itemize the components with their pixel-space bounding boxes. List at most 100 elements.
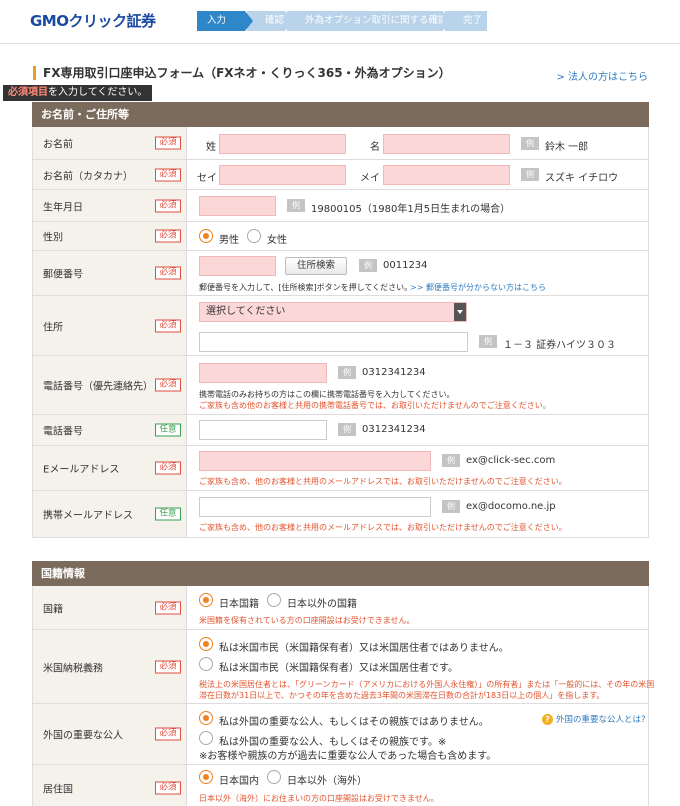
optional-badge: 任意 xyxy=(155,423,181,437)
gender-label: 性別 xyxy=(43,232,63,244)
nationality-japan-label: 日本国籍 xyxy=(219,599,259,610)
postal-label: 郵便番号 xyxy=(43,269,83,281)
pep-yes-label: 私は外国の重要な公人、もしくはその親族です。※ xyxy=(219,737,447,748)
mei-label: 名 xyxy=(370,142,380,153)
us-tax-label: 米国納税義務 xyxy=(43,663,103,674)
required-badge: 必須 xyxy=(155,727,181,741)
row-gender: 性別 必須 男性 女性 xyxy=(32,222,649,251)
prefecture-select[interactable]: 選択してください xyxy=(199,302,467,322)
email-label: Eメールアドレス xyxy=(43,464,120,476)
pep-note: ※お客様や親族の方が過去に重要な公人であった場合も含めます。 xyxy=(199,751,497,762)
primary-phone-example: 0312341234 xyxy=(362,367,426,378)
kana-label: お名前（カタカナ） xyxy=(43,171,133,182)
example-tag: 例 xyxy=(442,500,460,513)
mobile-email-warning: ご家族も含め、他のお客様と共用のメールアドレスでは、お取引いただけませんのでご注… xyxy=(199,523,567,532)
residence-japan-label: 日本国内 xyxy=(219,776,259,787)
required-badge: 必須 xyxy=(155,229,181,243)
postal-code-input[interactable] xyxy=(199,256,276,276)
example-tag: 例 xyxy=(521,168,539,181)
required-badge: 必須 xyxy=(155,266,181,280)
header: GMOクリック証券 入力 確認 外為オプション取引に関する確認 完了 xyxy=(0,0,680,44)
us-tax-warning-line1: 税法上の米国居住者とは、「グリーンカード（アメリカにおける外国人永住権）」の所有… xyxy=(199,680,655,689)
nationality-warning: 米国籍を保有されている方の口座開設はお受けできません。 xyxy=(199,616,415,625)
female-label: 女性 xyxy=(267,235,287,246)
nationality-other-label: 日本以外の国籍 xyxy=(287,599,357,610)
residence-overseas-radio[interactable] xyxy=(267,770,281,784)
required-badge: 必須 xyxy=(155,319,181,332)
nationality-other-radio[interactable] xyxy=(267,593,281,607)
phone-label: 電話番号 xyxy=(43,426,83,438)
us-tax-yes-radio[interactable] xyxy=(199,657,213,671)
birthdate-input[interactable] xyxy=(199,196,276,216)
example-tag: 例 xyxy=(287,199,305,212)
last-name-kana-input[interactable] xyxy=(219,165,346,185)
row-address: 住所 必須 選択してください 例 １－３ 証券ハイツ３０３ xyxy=(32,296,649,356)
example-tag: 例 xyxy=(338,423,356,436)
pep-yes-radio[interactable] xyxy=(199,731,213,745)
required-badge: 必須 xyxy=(155,199,181,212)
logo[interactable]: GMOクリック証券 xyxy=(30,10,156,31)
email-example: ex@click-sec.com xyxy=(466,455,556,466)
pep-no-label: 私は外国の重要な公人、もしくはその親族ではありません。 xyxy=(219,717,489,728)
sei-label: 姓 xyxy=(206,142,216,153)
name-example: 鈴木 一郎 xyxy=(545,142,589,153)
row-kana: お名前（カタカナ） 必須 セイ メイ 例 スズキ イチロウ xyxy=(32,160,649,190)
example-tag: 例 xyxy=(521,137,539,150)
gender-male-radio[interactable] xyxy=(199,229,213,243)
step-complete: 完了 xyxy=(445,11,487,31)
birthdate-example: 19800105（1980年1月5日生まれの場合） xyxy=(311,204,511,215)
phone-input[interactable] xyxy=(199,420,327,440)
example-tag: 例 xyxy=(442,454,460,467)
corporate-link[interactable]: > 法人の方はこちら xyxy=(556,68,648,83)
us-tax-warning-line2: 滞在日数が31日以上で、かつその年を含めた過去3年間の米国滞在日数の合計が183… xyxy=(199,691,605,700)
row-name: お名前 必須 姓 名 例 鈴木 一郎 xyxy=(32,127,649,160)
required-badge: 必須 xyxy=(155,168,181,181)
progress-steps: 入力 確認 外為オプション取引に関する確認 完了 xyxy=(197,11,489,31)
row-residence: 居住国 必須 日本国内 日本以外（海外） 日本以外（海外）にお住まいの方の口座開設… xyxy=(32,765,649,806)
pep-help-link[interactable]: ? 外国の重要な公人とは? xyxy=(542,713,646,725)
row-foreign-pep: 外国の重要な公人 必須 私は外国の重要な公人、もしくはその親族ではありません。 ?… xyxy=(32,704,649,765)
kana-example: スズキ イチロウ xyxy=(545,173,619,184)
residence-overseas-label: 日本以外（海外） xyxy=(287,776,367,787)
nationality-label: 国籍 xyxy=(43,604,63,615)
step-option-confirm: 外為オプション取引に関する確認 xyxy=(287,11,451,31)
required-badge: 必須 xyxy=(155,136,181,150)
required-badge: 必須 xyxy=(155,378,181,392)
row-primary-phone: 電話番号（優先連絡先） 必須 例 0312341234 携帯電話のみお持ちの方はこ… xyxy=(32,356,649,415)
row-us-tax: 米国納税義務 必須 私は米国市民（米国籍保有者）又は米国居住者ではありません。 私… xyxy=(32,630,654,704)
row-birthdate: 生年月日 必須 例 19800105（1980年1月5日生まれの場合） xyxy=(32,190,649,222)
example-tag: 例 xyxy=(338,366,356,379)
first-name-input[interactable] xyxy=(383,134,510,154)
us-tax-no-radio[interactable] xyxy=(199,637,213,651)
last-name-input[interactable] xyxy=(219,134,346,154)
gender-female-radio[interactable] xyxy=(247,229,261,243)
required-badge: 必須 xyxy=(155,601,181,614)
foreign-pep-label: 外国の重要な公人 xyxy=(43,730,123,742)
mobile-email-input[interactable] xyxy=(199,497,431,517)
residence-japan-radio[interactable] xyxy=(199,770,213,784)
address-detail-input[interactable] xyxy=(199,332,468,352)
required-badge: 必須 xyxy=(155,461,181,475)
pep-no-radio[interactable] xyxy=(199,711,213,725)
phone-example: 0312341234 xyxy=(362,424,426,435)
example-tag: 例 xyxy=(479,335,497,348)
first-name-kana-input[interactable] xyxy=(383,165,510,185)
page-title: FX専用取引口座申込フォーム（FXネオ・くりっく365・外為オプション） xyxy=(33,66,451,80)
email-input[interactable] xyxy=(199,451,431,471)
section-nationality-header: 国籍情報 xyxy=(32,561,649,586)
us-tax-no-label: 私は米国市民（米国籍保有者）又は米国居住者ではありません。 xyxy=(219,643,509,654)
required-badge: 必須 xyxy=(155,660,181,673)
mei-kana-label: メイ xyxy=(360,173,380,184)
primary-phone-input[interactable] xyxy=(199,363,327,383)
primary-phone-label: 電話番号（優先連絡先） xyxy=(43,381,153,393)
primary-phone-warning: ご家族も含め他のお客様と共用の携帯電話番号では、お取引いただけませんのでご注意く… xyxy=(199,401,551,410)
sei-kana-label: セイ xyxy=(197,173,217,184)
required-badge: 必須 xyxy=(155,781,181,794)
postal-unknown-link[interactable]: >> 郵便番号が分からない方はこちら xyxy=(410,282,546,293)
mobile-email-label: 携帯メールアドレス xyxy=(43,510,133,522)
address-label: 住所 xyxy=(43,322,63,333)
row-postal: 郵便番号 必須 住所検索 例 0011234 郵便番号を入力して、[住所検索]ボタ… xyxy=(32,251,649,296)
address-search-button[interactable]: 住所検索 xyxy=(285,257,347,275)
nationality-japan-radio[interactable] xyxy=(199,593,213,607)
mobile-email-example: ex@docomo.ne.jp xyxy=(466,501,556,512)
